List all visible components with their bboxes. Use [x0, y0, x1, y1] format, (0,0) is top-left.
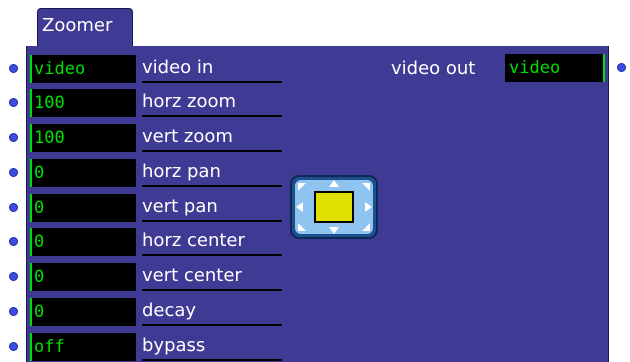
input-label: bypass: [142, 333, 282, 361]
video-out-port[interactable]: [617, 63, 626, 72]
input-label: horz zoom: [142, 89, 282, 117]
input-value-field[interactable]: 0: [30, 263, 136, 291]
input-label: vert pan: [142, 194, 282, 222]
input-value-field[interactable]: 0: [30, 228, 136, 256]
input-label: vert center: [142, 263, 282, 291]
input-port[interactable]: [9, 272, 18, 281]
input-port[interactable]: [9, 64, 18, 73]
input-value-field[interactable]: 0: [30, 159, 136, 187]
input-value-field[interactable]: video: [30, 55, 136, 83]
input-port[interactable]: [9, 168, 18, 177]
input-label: horz center: [142, 228, 282, 256]
input-label: vert zoom: [142, 124, 282, 152]
input-value-field[interactable]: 0: [30, 194, 136, 222]
video-out-field[interactable]: video: [505, 54, 605, 82]
input-port[interactable]: [9, 342, 18, 351]
input-port[interactable]: [9, 133, 18, 142]
input-port[interactable]: [9, 307, 18, 316]
input-port[interactable]: [9, 203, 18, 212]
zoom-pan-icon: [290, 175, 378, 239]
input-label: video in: [142, 55, 282, 83]
input-value-field[interactable]: 100: [30, 124, 136, 152]
actor-title: Zoomer: [42, 15, 113, 36]
input-value-field[interactable]: 100: [30, 89, 136, 117]
input-value-field[interactable]: 0: [30, 298, 136, 326]
input-port[interactable]: [9, 237, 18, 246]
video-out-label: video out: [391, 58, 476, 79]
input-label: decay: [142, 298, 282, 326]
input-label: horz pan: [142, 159, 282, 187]
input-value-field[interactable]: off: [30, 333, 136, 361]
actor-title-tab[interactable]: Zoomer: [37, 8, 133, 46]
input-port[interactable]: [9, 98, 18, 107]
